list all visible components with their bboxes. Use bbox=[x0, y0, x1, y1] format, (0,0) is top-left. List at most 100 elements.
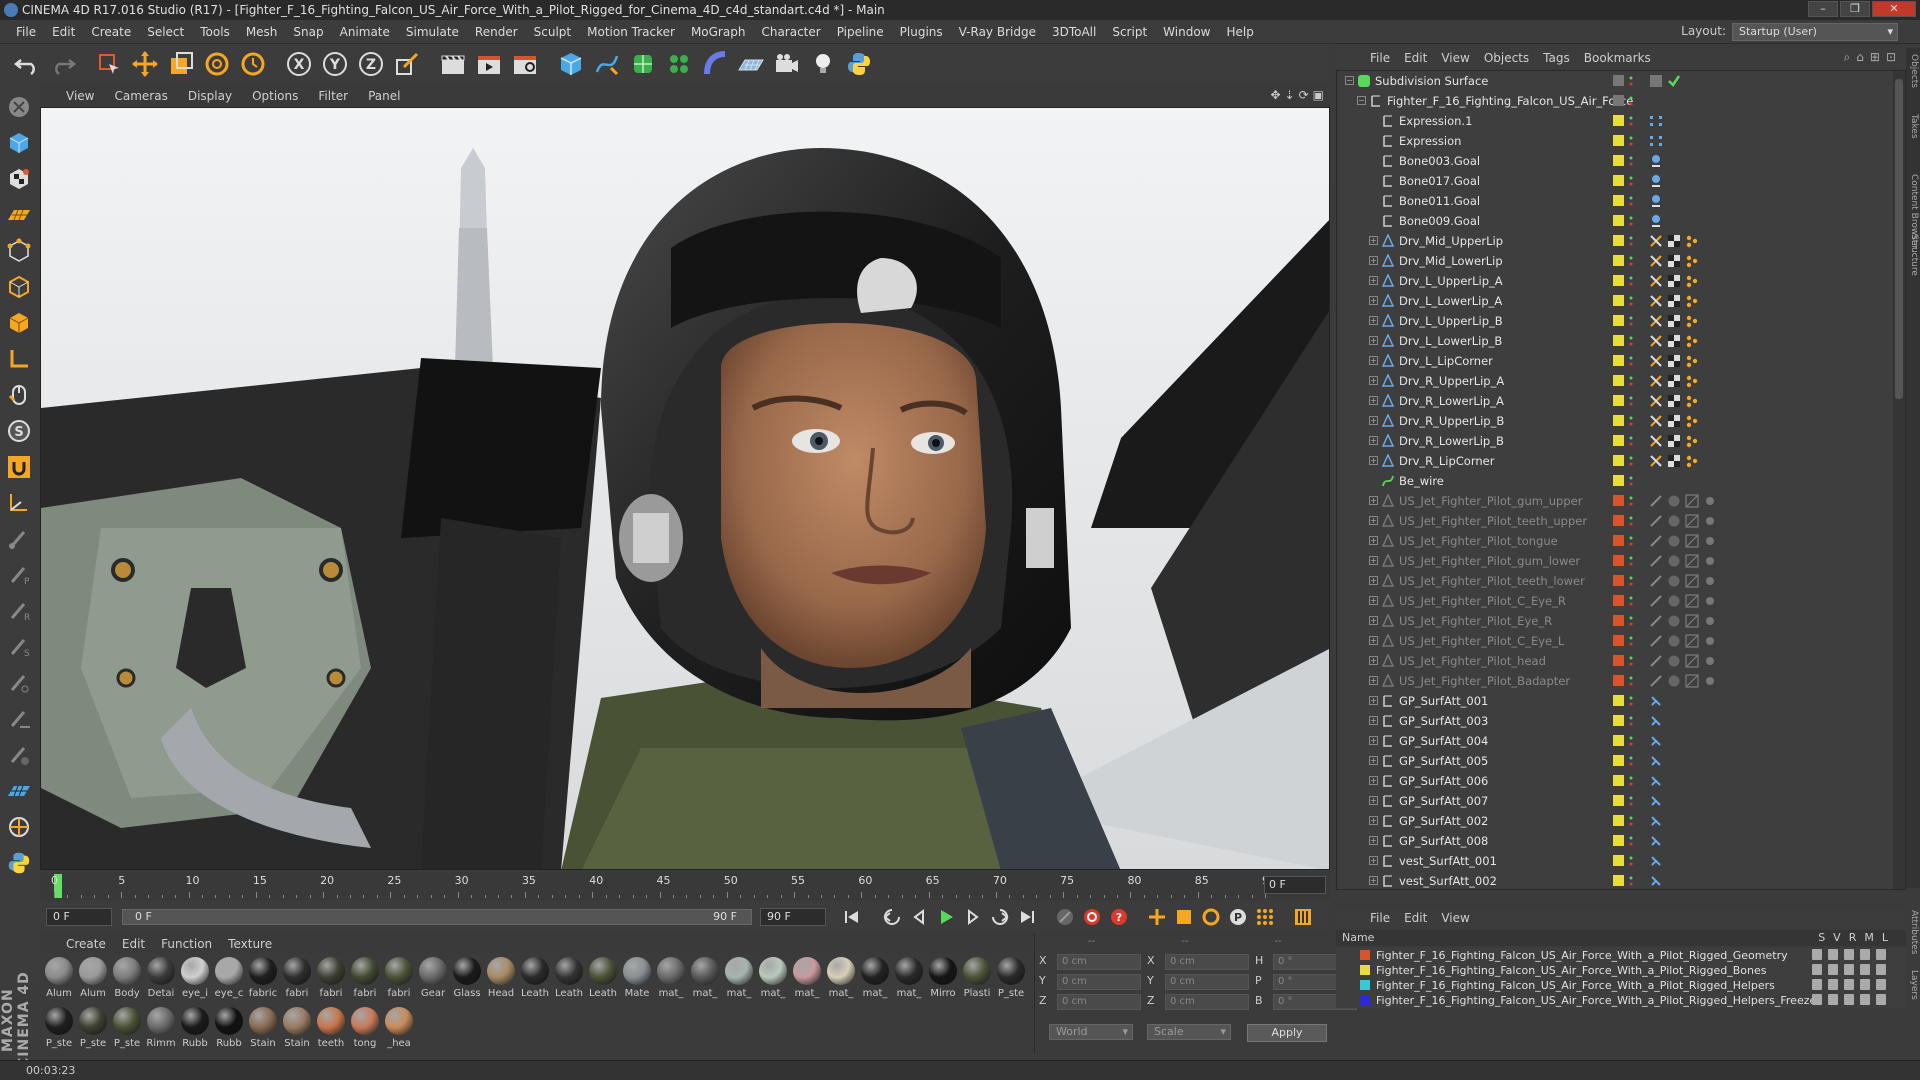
expand-toggle[interactable]: + bbox=[1369, 616, 1378, 625]
visibility-dots[interactable] bbox=[1629, 555, 1633, 567]
expand-toggle[interactable]: + bbox=[1369, 456, 1378, 465]
constraint-tag-icon[interactable] bbox=[1649, 434, 1663, 448]
layer-color-swatch[interactable] bbox=[1613, 715, 1624, 726]
expand-toggle[interactable]: + bbox=[1369, 336, 1378, 345]
menu-snap[interactable]: Snap bbox=[285, 25, 331, 39]
timeline-window-button[interactable] bbox=[1291, 905, 1315, 929]
deformer-button[interactable] bbox=[698, 47, 732, 81]
material-menu-edit[interactable]: Edit bbox=[122, 937, 145, 951]
expand-toggle[interactable]: + bbox=[1369, 536, 1378, 545]
expand-toggle[interactable]: + bbox=[1369, 416, 1378, 425]
layer-color-swatch[interactable] bbox=[1613, 735, 1624, 746]
visibility-dots[interactable] bbox=[1629, 255, 1633, 267]
weight-tag-icon[interactable] bbox=[1685, 514, 1699, 528]
uv-grid-button[interactable] bbox=[2, 774, 36, 808]
weight-tag-icon[interactable] bbox=[1685, 654, 1699, 668]
subdivision-surface-button[interactable] bbox=[626, 47, 660, 81]
enable-axis-button[interactable] bbox=[2, 342, 36, 376]
cube-object-button[interactable] bbox=[554, 47, 588, 81]
surface-attach-tag-icon[interactable] bbox=[1649, 794, 1663, 808]
visibility-dots[interactable] bbox=[1629, 695, 1633, 707]
key-rotation-button[interactable] bbox=[1199, 905, 1223, 929]
menu-script[interactable]: Script bbox=[1104, 25, 1155, 39]
menu-sculpt[interactable]: Sculpt bbox=[526, 25, 579, 39]
material-tag-icon[interactable] bbox=[1667, 574, 1681, 588]
expand-toggle[interactable]: + bbox=[1369, 276, 1378, 285]
material-swatch[interactable]: fabri bbox=[280, 955, 314, 1005]
visibility-dots[interactable] bbox=[1629, 355, 1633, 367]
menu-window[interactable]: Window bbox=[1155, 25, 1218, 39]
visibility-dots[interactable] bbox=[1629, 775, 1633, 787]
material-tag-icon[interactable] bbox=[1667, 634, 1681, 648]
viewport-menu-view[interactable]: View bbox=[66, 89, 94, 103]
expand-toggle[interactable]: + bbox=[1369, 816, 1378, 825]
layer-flag-toggle[interactable] bbox=[1844, 949, 1854, 960]
constraint-tag-icon[interactable] bbox=[1649, 374, 1663, 388]
dots-tag-icon[interactable] bbox=[1685, 294, 1699, 308]
visibility-dots[interactable] bbox=[1629, 715, 1633, 727]
object-row[interactable]: + GP_SurfAtt_008 bbox=[1337, 831, 1891, 851]
layer-menu-file[interactable]: File bbox=[1370, 911, 1390, 925]
material-swatch[interactable]: mat_ bbox=[892, 955, 926, 1005]
constraint-tag-icon[interactable] bbox=[1649, 294, 1663, 308]
object-row[interactable]: + US_Jet_Fighter_Pilot_teeth_lower bbox=[1337, 571, 1891, 591]
side-tab-objects[interactable]: Objects bbox=[1907, 54, 1919, 88]
viewport-menu-panel[interactable]: Panel bbox=[368, 89, 400, 103]
visibility-dots[interactable] bbox=[1629, 595, 1633, 607]
weight-tag-icon[interactable] bbox=[1685, 674, 1699, 688]
play-button[interactable] bbox=[934, 905, 958, 929]
key-parameter-button[interactable]: P bbox=[1226, 905, 1250, 929]
object-row[interactable]: + GP_SurfAtt_002 bbox=[1337, 811, 1891, 831]
material-swatch[interactable]: Plasti bbox=[960, 955, 994, 1005]
layer-menu-view[interactable]: View bbox=[1441, 911, 1469, 925]
preview-range-slider[interactable]: 0 F 90 F bbox=[122, 909, 752, 925]
autokeying-button[interactable]: ? bbox=[1107, 905, 1131, 929]
material-swatch[interactable]: mat_ bbox=[688, 955, 722, 1005]
visibility-dots[interactable] bbox=[1629, 335, 1633, 347]
dots-tag-icon[interactable] bbox=[1685, 394, 1699, 408]
layer-color-swatch[interactable] bbox=[1613, 515, 1624, 526]
layer-color-swatch[interactable] bbox=[1613, 475, 1624, 486]
coordinate-value-field[interactable]: 0 cm bbox=[1165, 994, 1249, 1010]
phong-tag-icon[interactable] bbox=[1649, 534, 1663, 548]
magnet-tool-button[interactable] bbox=[2, 450, 36, 484]
layer-color-swatch[interactable] bbox=[1613, 235, 1624, 246]
expand-toggle[interactable]: + bbox=[1369, 636, 1378, 645]
move-tool-button[interactable] bbox=[128, 47, 162, 81]
constraint-tag-icon[interactable] bbox=[1649, 274, 1663, 288]
ik-goal-tag-icon[interactable] bbox=[1649, 194, 1663, 208]
menu-edit[interactable]: Edit bbox=[44, 25, 83, 39]
visibility-dots[interactable] bbox=[1629, 215, 1633, 227]
material-swatch[interactable]: P_ste bbox=[42, 1005, 76, 1055]
visibility-dots[interactable] bbox=[1629, 655, 1633, 667]
object-row[interactable]: + GP_SurfAtt_001 bbox=[1337, 691, 1891, 711]
checker-tag-icon[interactable] bbox=[1667, 354, 1681, 368]
object-row[interactable]: + Drv_L_UpperLip_A bbox=[1337, 271, 1891, 291]
layer-color-swatch[interactable] bbox=[1613, 415, 1624, 426]
object-row[interactable]: Expression.1 bbox=[1337, 111, 1891, 131]
coordinate-mode-select[interactable]: Scale ▾ bbox=[1147, 1024, 1231, 1040]
object-row[interactable]: − Subdivision Surface bbox=[1337, 71, 1891, 91]
layer-color-swatch[interactable] bbox=[1613, 855, 1624, 866]
layer-color-swatch[interactable] bbox=[1613, 435, 1624, 446]
visibility-dots[interactable] bbox=[1629, 475, 1633, 487]
layer-row[interactable]: Fighter_F_16_Fighting_Falcon_US_Air_Forc… bbox=[1336, 948, 1906, 963]
material-tag-icon[interactable] bbox=[1667, 554, 1681, 568]
expand-toggle[interactable]: + bbox=[1369, 856, 1378, 865]
material-swatch[interactable]: Mate bbox=[620, 955, 654, 1005]
layer-color-swatch[interactable] bbox=[1613, 375, 1624, 386]
material-swatch[interactable]: eye_c bbox=[212, 955, 246, 1005]
object-row[interactable]: + Drv_Mid_LowerLip bbox=[1337, 251, 1891, 271]
layer-flag-toggle[interactable] bbox=[1828, 964, 1838, 975]
object-row[interactable]: + Drv_Mid_UpperLip bbox=[1337, 231, 1891, 251]
constraint-tag-icon[interactable] bbox=[1649, 334, 1663, 348]
side-tab-takes[interactable]: Takes bbox=[1907, 114, 1919, 139]
next-keyframe-button[interactable] bbox=[988, 905, 1012, 929]
sculpt-mask-button[interactable] bbox=[2, 738, 36, 772]
phong-tag-icon[interactable] bbox=[1649, 634, 1663, 648]
checker-tag-icon[interactable] bbox=[1667, 274, 1681, 288]
layer-color-swatch[interactable] bbox=[1613, 335, 1624, 346]
layer-flag-toggle[interactable] bbox=[1844, 979, 1854, 990]
object-manager-scrollbar[interactable] bbox=[1893, 71, 1905, 889]
material-swatch[interactable]: Rimm bbox=[144, 1005, 178, 1055]
